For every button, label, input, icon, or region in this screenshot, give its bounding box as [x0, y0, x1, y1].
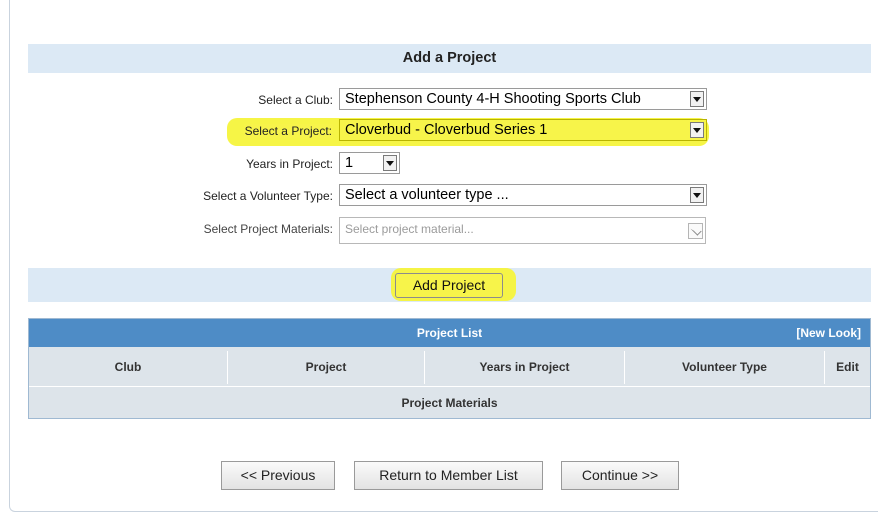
page-title: Add a Project — [402, 50, 497, 66]
continue-button[interactable]: Continue >> — [561, 461, 679, 490]
club-row: Select a Club: Stephenson County 4-H Sho… — [0, 87, 878, 113]
years-select[interactable]: 1 — [339, 152, 400, 174]
project-list-table: Project List [New Look] Club Project Yea… — [28, 318, 871, 419]
volunteer-select[interactable]: Select a volunteer type ... — [339, 184, 707, 206]
project-list-title: Project List — [416, 326, 483, 340]
volunteer-select-value: Select a volunteer type ... — [345, 187, 509, 203]
materials-select-placeholder: Select project material... — [345, 222, 474, 236]
previous-button[interactable]: << Previous — [221, 461, 335, 490]
club-select-value: Stephenson County 4-H Shooting Sports Cl… — [345, 91, 641, 107]
page-frame — [9, 0, 878, 512]
previous-button-label: << Previous — [240, 467, 316, 483]
materials-select[interactable]: Select project material... — [339, 217, 706, 244]
chevron-down-icon[interactable] — [383, 155, 397, 171]
column-header-volunteer-type[interactable]: Volunteer Type — [625, 351, 825, 384]
column-header-edit[interactable]: Edit — [825, 351, 870, 384]
volunteer-row: Select a Volunteer Type: Select a volunt… — [0, 183, 878, 209]
chevron-down-icon[interactable] — [690, 187, 704, 203]
column-header-years[interactable]: Years in Project — [425, 351, 625, 384]
chevron-down-icon[interactable] — [690, 122, 704, 138]
project-select-value: Cloverbud - Cloverbud Series 1 — [345, 122, 548, 138]
club-label: Select a Club: — [258, 93, 333, 107]
chevron-down-icon[interactable] — [690, 91, 704, 107]
years-label: Years in Project: — [246, 157, 333, 171]
add-project-button[interactable]: Add Project — [395, 273, 503, 298]
return-button-label: Return to Member List — [379, 467, 518, 483]
years-select-value: 1 — [345, 155, 354, 171]
project-row: Select a Project: Cloverbud - Cloverbud … — [0, 118, 878, 144]
section-header: Add a Project — [28, 44, 871, 73]
volunteer-label: Select a Volunteer Type: — [203, 189, 333, 203]
return-to-member-list-button[interactable]: Return to Member List — [354, 461, 543, 490]
club-select[interactable]: Stephenson County 4-H Shooting Sports Cl… — [339, 88, 707, 110]
project-select[interactable]: Cloverbud - Cloverbud Series 1 — [339, 119, 707, 141]
project-list-header: Project List [New Look] — [29, 319, 870, 347]
project-label: Select a Project: — [243, 124, 333, 138]
column-header-club[interactable]: Club — [29, 351, 228, 384]
continue-button-label: Continue >> — [581, 467, 659, 483]
materials-label: Select Project Materials: — [203, 222, 333, 236]
materials-row: Select Project Materials: Select project… — [0, 216, 878, 244]
column-header-project[interactable]: Project — [228, 351, 425, 384]
project-materials-header: Project Materials — [29, 386, 870, 419]
new-look-link[interactable]: [New Look] — [796, 319, 861, 347]
add-project-button-label: Add Project — [412, 277, 486, 293]
years-row: Years in Project: 1 — [0, 151, 878, 177]
chevron-down-icon[interactable] — [688, 223, 703, 239]
